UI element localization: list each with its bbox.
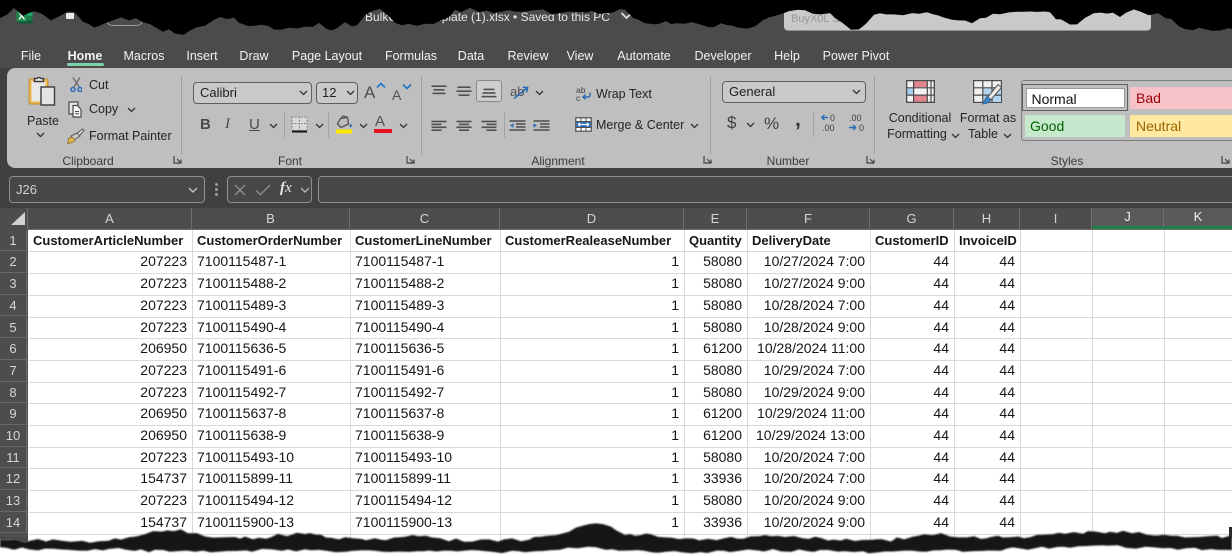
svg-text:.00: .00 [822,123,835,133]
svg-text:X: X [18,10,25,22]
svg-text:0: 0 [830,113,835,123]
svg-text:.00: .00 [849,113,862,123]
svg-text:0: 0 [859,123,864,133]
